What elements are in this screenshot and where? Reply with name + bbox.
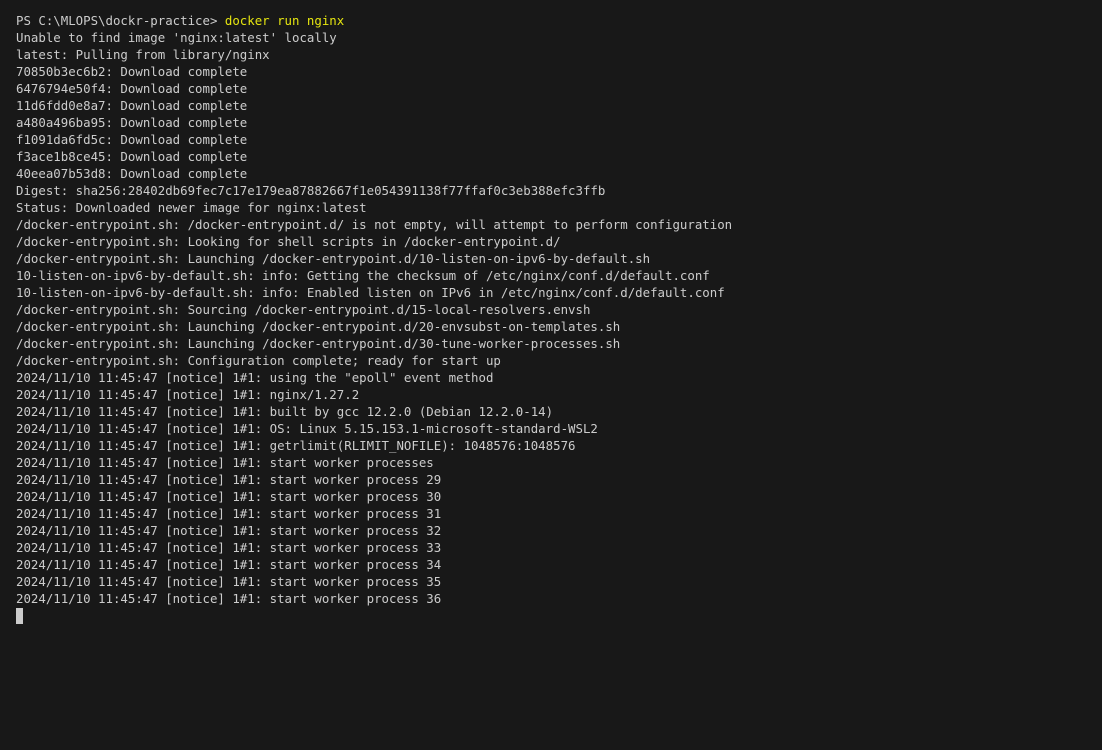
command-line: PS C:\MLOPS\dockr-practice> docker run n…	[16, 12, 1102, 29]
output-line: /docker-entrypoint.sh: /docker-entrypoin…	[16, 217, 733, 232]
output-line: Status: Downloaded newer image for nginx…	[16, 200, 367, 215]
output-line: /docker-entrypoint.sh: Launching /docker…	[16, 319, 621, 334]
output-line: 2024/11/10 11:45:47 [notice] 1#1: OS: Li…	[16, 421, 598, 436]
output-line: 2024/11/10 11:45:47 [notice] 1#1: start …	[16, 574, 442, 589]
output-line: 2024/11/10 11:45:47 [notice] 1#1: start …	[16, 506, 442, 521]
output-line: 2024/11/10 11:45:47 [notice] 1#1: start …	[16, 591, 442, 606]
output-line: 2024/11/10 11:45:47 [notice] 1#1: start …	[16, 455, 434, 470]
output-line: 2024/11/10 11:45:47 [notice] 1#1: start …	[16, 489, 442, 504]
output-line: 40eea07b53d8: Download complete	[16, 166, 248, 181]
command-text: docker run nginx	[224, 13, 345, 28]
output-line: 2024/11/10 11:45:47 [notice] 1#1: start …	[16, 472, 442, 487]
terminal-output: Unable to find image 'nginx:latest' loca…	[16, 29, 1102, 607]
output-line: /docker-entrypoint.sh: Launching /docker…	[16, 336, 621, 351]
output-line: 2024/11/10 11:45:47 [notice] 1#1: start …	[16, 540, 442, 555]
output-line: f3ace1b8ce45: Download complete	[16, 149, 248, 164]
output-line: 2024/11/10 11:45:47 [notice] 1#1: using …	[16, 370, 494, 385]
output-line: 2024/11/10 11:45:47 [notice] 1#1: getrli…	[16, 438, 576, 453]
output-line: Unable to find image 'nginx:latest' loca…	[16, 30, 337, 45]
output-line: 2024/11/10 11:45:47 [notice] 1#1: start …	[16, 523, 442, 538]
text-cursor	[16, 608, 23, 624]
terminal-panel[interactable]: PS C:\MLOPS\dockr-practice> docker run n…	[0, 0, 1102, 750]
output-line: /docker-entrypoint.sh: Configuration com…	[16, 353, 501, 368]
output-line: /docker-entrypoint.sh: Sourcing /docker-…	[16, 302, 591, 317]
output-line: /docker-entrypoint.sh: Looking for shell…	[16, 234, 561, 249]
output-line: latest: Pulling from library/nginx	[16, 47, 270, 62]
output-line: 6476794e50f4: Download complete	[16, 81, 248, 96]
output-line: 2024/11/10 11:45:47 [notice] 1#1: nginx/…	[16, 387, 360, 402]
output-line: a480a496ba95: Download complete	[16, 115, 248, 130]
prompt: PS C:\MLOPS\dockr-practice>	[16, 13, 225, 28]
output-line: 70850b3ec6b2: Download complete	[16, 64, 248, 79]
output-line: 2024/11/10 11:45:47 [notice] 1#1: start …	[16, 557, 442, 572]
output-line: 10-listen-on-ipv6-by-default.sh: info: E…	[16, 285, 725, 300]
output-line: f1091da6fd5c: Download complete	[16, 132, 248, 147]
output-line: 10-listen-on-ipv6-by-default.sh: info: G…	[16, 268, 710, 283]
output-line: Digest: sha256:28402db69fec7c17e179ea878…	[16, 183, 606, 198]
output-line: 11d6fdd0e8a7: Download complete	[16, 98, 248, 113]
output-line: 2024/11/10 11:45:47 [notice] 1#1: built …	[16, 404, 554, 419]
cursor-line	[16, 607, 1102, 624]
output-line: /docker-entrypoint.sh: Launching /docker…	[16, 251, 651, 266]
